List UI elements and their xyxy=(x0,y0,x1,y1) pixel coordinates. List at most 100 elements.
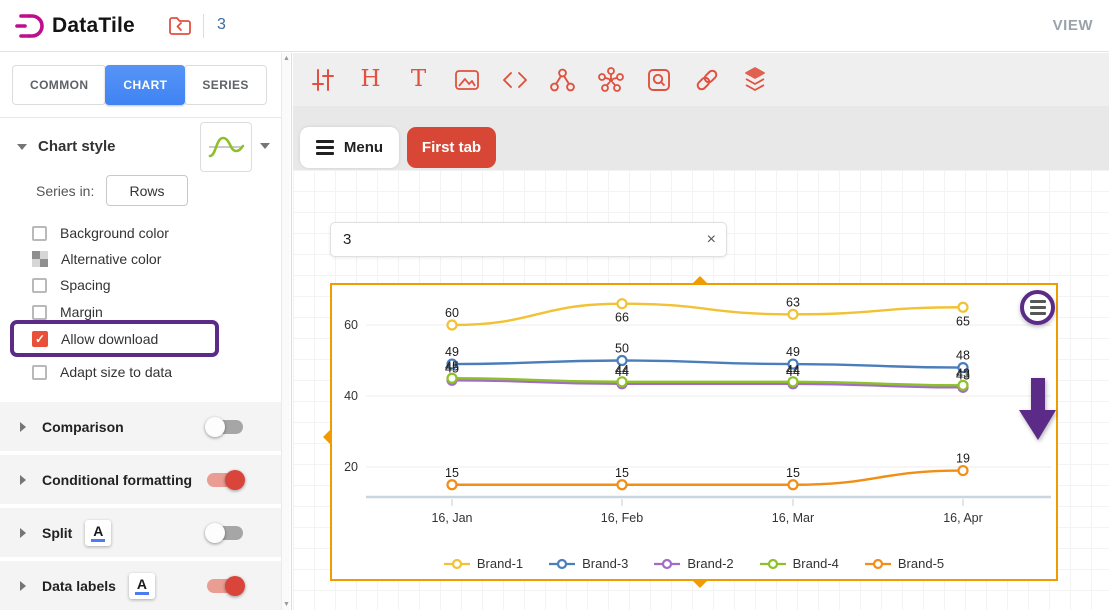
checkbox-alternative-color[interactable]: Alternative color xyxy=(32,249,161,269)
legend-marker-icon xyxy=(654,558,680,570)
checkbox-icon[interactable] xyxy=(32,305,47,320)
search-widget-icon[interactable] xyxy=(645,66,672,93)
conditional-formatting-toggle[interactable] xyxy=(207,473,243,487)
svg-text:15: 15 xyxy=(786,466,800,480)
checkbox-margin[interactable]: Margin xyxy=(32,302,103,322)
section-comparison[interactable]: Comparison xyxy=(0,402,283,453)
datatile-logo-icon xyxy=(14,11,46,41)
chart-style-label: Chart style xyxy=(38,138,116,155)
dashboard-tabs-bar: Menu First tab xyxy=(293,106,1109,170)
folder-back-icon[interactable] xyxy=(168,15,192,36)
clear-input-icon[interactable]: × xyxy=(707,230,716,250)
checkbox-background-color[interactable]: Background color xyxy=(32,223,169,243)
dashboard-canvas: × 20406016, Jan16, Feb16, Mar16, Apr6066… xyxy=(293,170,1109,610)
cluster-icon[interactable] xyxy=(597,66,624,93)
view-button[interactable]: VIEW xyxy=(1053,17,1093,34)
title-input[interactable] xyxy=(343,223,683,256)
layers-icon[interactable] xyxy=(741,66,768,93)
sidebar-tabs: COMMON CHART SERIES xyxy=(12,65,267,105)
section-label: Data labels xyxy=(42,578,116,594)
resize-handle-left[interactable] xyxy=(323,429,331,445)
checkbox-spacing[interactable]: Spacing xyxy=(32,275,111,295)
app-logo[interactable]: DataTile xyxy=(14,11,135,41)
svg-text:16, Mar: 16, Mar xyxy=(772,511,814,525)
sidebar-scrollbar[interactable]: ▲ ▼ xyxy=(281,53,290,610)
tab-series[interactable]: SERIES xyxy=(184,65,266,105)
comparison-toggle[interactable] xyxy=(207,420,243,434)
resize-handle-top[interactable] xyxy=(692,276,708,284)
legend-item[interactable]: Brand-2 xyxy=(654,556,733,571)
section-split[interactable]: Split A xyxy=(0,508,283,559)
nodes-icon[interactable] xyxy=(549,66,576,93)
split-toggle[interactable] xyxy=(207,526,243,540)
svg-text:60: 60 xyxy=(344,318,358,332)
svg-text:16, Jan: 16, Jan xyxy=(431,511,472,525)
scroll-up-icon[interactable]: ▲ xyxy=(282,55,291,62)
chevron-right-icon[interactable] xyxy=(20,528,26,538)
section-data-labels[interactable]: Data labels A xyxy=(0,561,283,610)
legend-item[interactable]: Brand-3 xyxy=(549,556,628,571)
document-number[interactable]: 3 xyxy=(217,16,226,34)
heading-icon[interactable]: H xyxy=(357,66,384,93)
checkbox-icon[interactable] xyxy=(32,365,47,380)
app-window: DataTile 3 VIEW COMMON CHART SERIES Char… xyxy=(0,0,1109,610)
legend-marker-icon xyxy=(444,558,470,570)
font-style-icon[interactable]: A xyxy=(129,573,155,599)
chart-tile[interactable]: 20406016, Jan16, Feb16, Mar16, Apr606663… xyxy=(330,283,1058,581)
chart-type-picker[interactable] xyxy=(200,122,252,172)
font-style-icon[interactable]: A xyxy=(85,520,111,546)
svg-text:15: 15 xyxy=(615,466,629,480)
svg-text:44: 44 xyxy=(615,363,629,377)
svg-text:49: 49 xyxy=(786,345,800,359)
legend-item[interactable]: Brand-5 xyxy=(865,556,944,571)
tab-chart[interactable]: CHART xyxy=(105,65,185,105)
svg-text:43: 43 xyxy=(956,366,970,380)
alternative-color-icon[interactable] xyxy=(32,251,48,267)
checkbox-label: Alternative color xyxy=(61,251,161,267)
text-icon[interactable]: T xyxy=(405,66,432,93)
legend-item[interactable]: Brand-4 xyxy=(760,556,839,571)
section-conditional-formatting[interactable]: Conditional formatting xyxy=(0,455,283,506)
checkbox-icon[interactable] xyxy=(32,226,47,241)
svg-text:60: 60 xyxy=(445,306,459,320)
series-in-rows-button[interactable]: Rows xyxy=(106,175,188,206)
data-labels-toggle[interactable] xyxy=(207,579,243,593)
resize-handle-bottom[interactable] xyxy=(692,580,708,588)
chart-style-row: Chart style xyxy=(0,128,283,178)
sliders-icon[interactable] xyxy=(309,66,336,93)
tab-first-tab[interactable]: First tab xyxy=(407,127,496,168)
link-icon[interactable] xyxy=(693,66,720,93)
checkbox-checked-icon[interactable]: ✓ xyxy=(32,331,48,347)
svg-text:48: 48 xyxy=(956,349,970,363)
scroll-down-icon[interactable]: ▼ xyxy=(282,601,291,608)
svg-text:63: 63 xyxy=(786,295,800,309)
svg-text:49: 49 xyxy=(445,345,459,359)
picker-chevron-down-icon[interactable] xyxy=(260,143,270,149)
svg-text:66: 66 xyxy=(615,311,629,325)
tab-common[interactable]: COMMON xyxy=(12,65,106,105)
checkbox-allow-download[interactable]: ✓ Allow download xyxy=(32,329,158,349)
chevron-down-icon[interactable] xyxy=(17,144,27,150)
tile-menu-icon[interactable] xyxy=(1020,290,1055,325)
menu-button[interactable]: Menu xyxy=(300,127,399,168)
svg-text:40: 40 xyxy=(344,389,358,403)
settings-sidebar: COMMON CHART SERIES Chart style Series i… xyxy=(0,53,292,610)
svg-text:44: 44 xyxy=(786,363,800,377)
legend-item[interactable]: Brand-1 xyxy=(444,556,523,571)
svg-text:45: 45 xyxy=(445,359,459,373)
sidebar-divider xyxy=(0,117,283,118)
legend-marker-icon xyxy=(865,558,891,570)
section-label: Conditional formatting xyxy=(42,472,192,488)
chevron-right-icon[interactable] xyxy=(20,422,26,432)
checkbox-adapt-size[interactable]: Adapt size to data xyxy=(32,362,172,382)
widget-toolbar: H T xyxy=(293,53,1109,106)
checkbox-icon[interactable] xyxy=(32,278,47,293)
image-icon[interactable] xyxy=(453,66,480,93)
chevron-right-icon[interactable] xyxy=(20,475,26,485)
svg-text:20: 20 xyxy=(344,460,358,474)
menu-label: Menu xyxy=(344,139,383,156)
code-icon[interactable] xyxy=(501,66,528,93)
legend-label: Brand-5 xyxy=(898,556,944,571)
chevron-right-icon[interactable] xyxy=(20,581,26,591)
checkbox-label: Background color xyxy=(60,225,169,241)
